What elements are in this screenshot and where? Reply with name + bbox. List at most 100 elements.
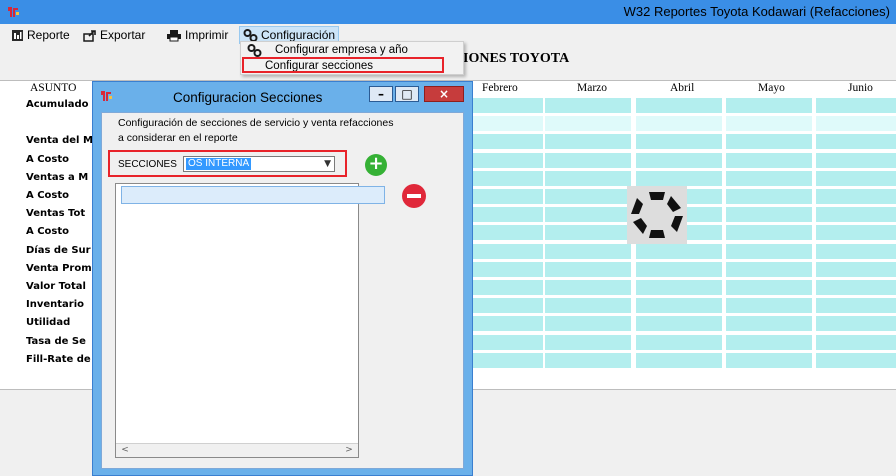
menu-reporte[interactable]: Reporte — [8, 26, 73, 44]
grid-cell[interactable] — [636, 170, 722, 186]
export-icon — [83, 30, 96, 43]
header-abril: Abril — [670, 82, 695, 94]
row-label: Utilidad — [26, 317, 71, 329]
menu-configurar-empresa[interactable]: Configurar empresa y año — [243, 43, 461, 58]
header-asunto: ASUNTO — [30, 82, 77, 94]
report-icon — [12, 30, 23, 42]
grid-cell[interactable] — [816, 243, 896, 259]
row-label: A Costo — [26, 190, 70, 201]
grid-cell[interactable] — [545, 189, 631, 204]
grid-cell[interactable] — [545, 98, 631, 113]
grid-cell[interactable] — [816, 261, 896, 277]
grid-cell[interactable] — [636, 261, 722, 277]
menu-configurar-empresa-label: Configurar empresa y año — [275, 44, 408, 56]
app-logo-icon — [6, 5, 20, 19]
header-mayo: Mayo — [758, 82, 785, 94]
grid-cell[interactable] — [636, 298, 722, 314]
app-logo-icon — [101, 91, 112, 101]
gears-icon — [247, 44, 262, 57]
grid-cell[interactable] — [545, 225, 631, 241]
list-item[interactable] — [121, 186, 385, 204]
grid-cell[interactable] — [816, 316, 896, 332]
grid-cell[interactable] — [545, 261, 631, 277]
grid-cell[interactable] — [816, 298, 896, 314]
grid-cell[interactable] — [726, 298, 812, 314]
grid-cell[interactable] — [545, 334, 631, 350]
grid-cell[interactable] — [545, 116, 631, 132]
row-label: Ventas Tot — [26, 208, 86, 220]
grid-cell[interactable] — [726, 352, 812, 368]
grid-cell[interactable] — [726, 316, 812, 332]
plus-icon: + — [368, 153, 384, 174]
grid-cell[interactable] — [545, 207, 631, 223]
horizontal-scrollbar[interactable]: < > — [116, 443, 358, 457]
grid-cell[interactable] — [636, 352, 722, 368]
grid-cell[interactable] — [726, 152, 812, 168]
maximize-button[interactable]: □ — [395, 86, 419, 102]
configurar-secciones-highlight-box — [242, 57, 444, 73]
grid-cell[interactable] — [726, 170, 812, 186]
menu-imprimir[interactable]: Imprimir — [163, 26, 231, 44]
grid-cell[interactable] — [545, 316, 631, 332]
grid-cell[interactable] — [816, 225, 896, 241]
grid-cell[interactable] — [726, 225, 812, 241]
row-label: Tasa de Se — [26, 335, 86, 347]
grid-cell[interactable] — [545, 352, 631, 368]
grid-cell[interactable] — [726, 189, 812, 204]
dialog-description: Configuración de secciones de servicio y… — [118, 116, 418, 146]
add-section-button[interactable]: + — [365, 154, 387, 176]
grid-cell[interactable] — [726, 207, 812, 223]
grid-cell[interactable] — [816, 152, 896, 168]
grid-cell[interactable] — [816, 207, 896, 223]
grid-cell[interactable] — [816, 134, 896, 150]
row-label: Ventas a M — [26, 171, 89, 183]
menu-exportar-label: Exportar — [100, 28, 146, 42]
grid-cell[interactable] — [816, 116, 896, 132]
description-line-2: a considerar en el reporte — [118, 132, 238, 144]
grid-cell[interactable] — [726, 134, 812, 150]
grid-cell[interactable] — [545, 152, 631, 168]
grid-cell[interactable] — [636, 98, 722, 113]
grid-cell[interactable] — [726, 280, 812, 295]
grid-cell[interactable] — [545, 243, 631, 259]
grid-cell[interactable] — [816, 170, 896, 186]
secciones-select[interactable]: OS INTERNA ▼ — [183, 156, 335, 172]
grid-cell[interactable] — [816, 189, 896, 204]
header-febrero: Febrero — [482, 82, 518, 94]
grid-cell[interactable] — [545, 170, 631, 186]
grid-cell[interactable] — [636, 243, 722, 259]
close-button[interactable]: × — [424, 86, 464, 102]
chevron-down-icon[interactable]: ▼ — [324, 159, 331, 169]
grid-cell[interactable] — [636, 152, 722, 168]
scroll-right-icon[interactable]: > — [342, 444, 356, 457]
grid-cell[interactable] — [545, 298, 631, 314]
grid-cell[interactable] — [726, 261, 812, 277]
minimize-button[interactable]: – — [369, 86, 393, 102]
grid-cell[interactable] — [726, 116, 812, 132]
grid-cell[interactable] — [545, 134, 631, 150]
row-label: A Costo — [26, 153, 70, 165]
report-title: IONES TOYOTA — [463, 51, 570, 66]
menu-reporte-label: Reporte — [27, 28, 70, 42]
grid-cell[interactable] — [636, 116, 722, 132]
scroll-left-icon[interactable]: < — [118, 444, 132, 457]
grid-cell[interactable] — [636, 334, 722, 350]
menu-exportar[interactable]: Exportar — [80, 26, 148, 44]
grid-cell[interactable] — [545, 280, 631, 295]
grid-cell[interactable] — [636, 134, 722, 150]
grid-cell[interactable] — [816, 98, 896, 113]
grid-cell[interactable] — [636, 280, 722, 295]
row-label: Venta Prom — [26, 262, 92, 274]
sections-listbox[interactable]: < > — [115, 183, 385, 458]
remove-section-button[interactable] — [402, 184, 426, 208]
grid-cell[interactable] — [636, 316, 722, 332]
grid-cell[interactable] — [816, 352, 896, 368]
dialog-title-bar[interactable]: Configuracion Secciones – □ × — [93, 82, 472, 112]
grid-cell[interactable] — [726, 243, 812, 259]
grid-cell[interactable] — [816, 334, 896, 350]
grid-cell[interactable] — [816, 280, 896, 295]
grid-cell[interactable] — [726, 98, 812, 113]
grid-cell[interactable] — [726, 334, 812, 350]
main-title-bar[interactable]: W32 Reportes Toyota Kodawari (Refaccione… — [0, 0, 896, 24]
row-label: Acumulado — [26, 99, 89, 110]
